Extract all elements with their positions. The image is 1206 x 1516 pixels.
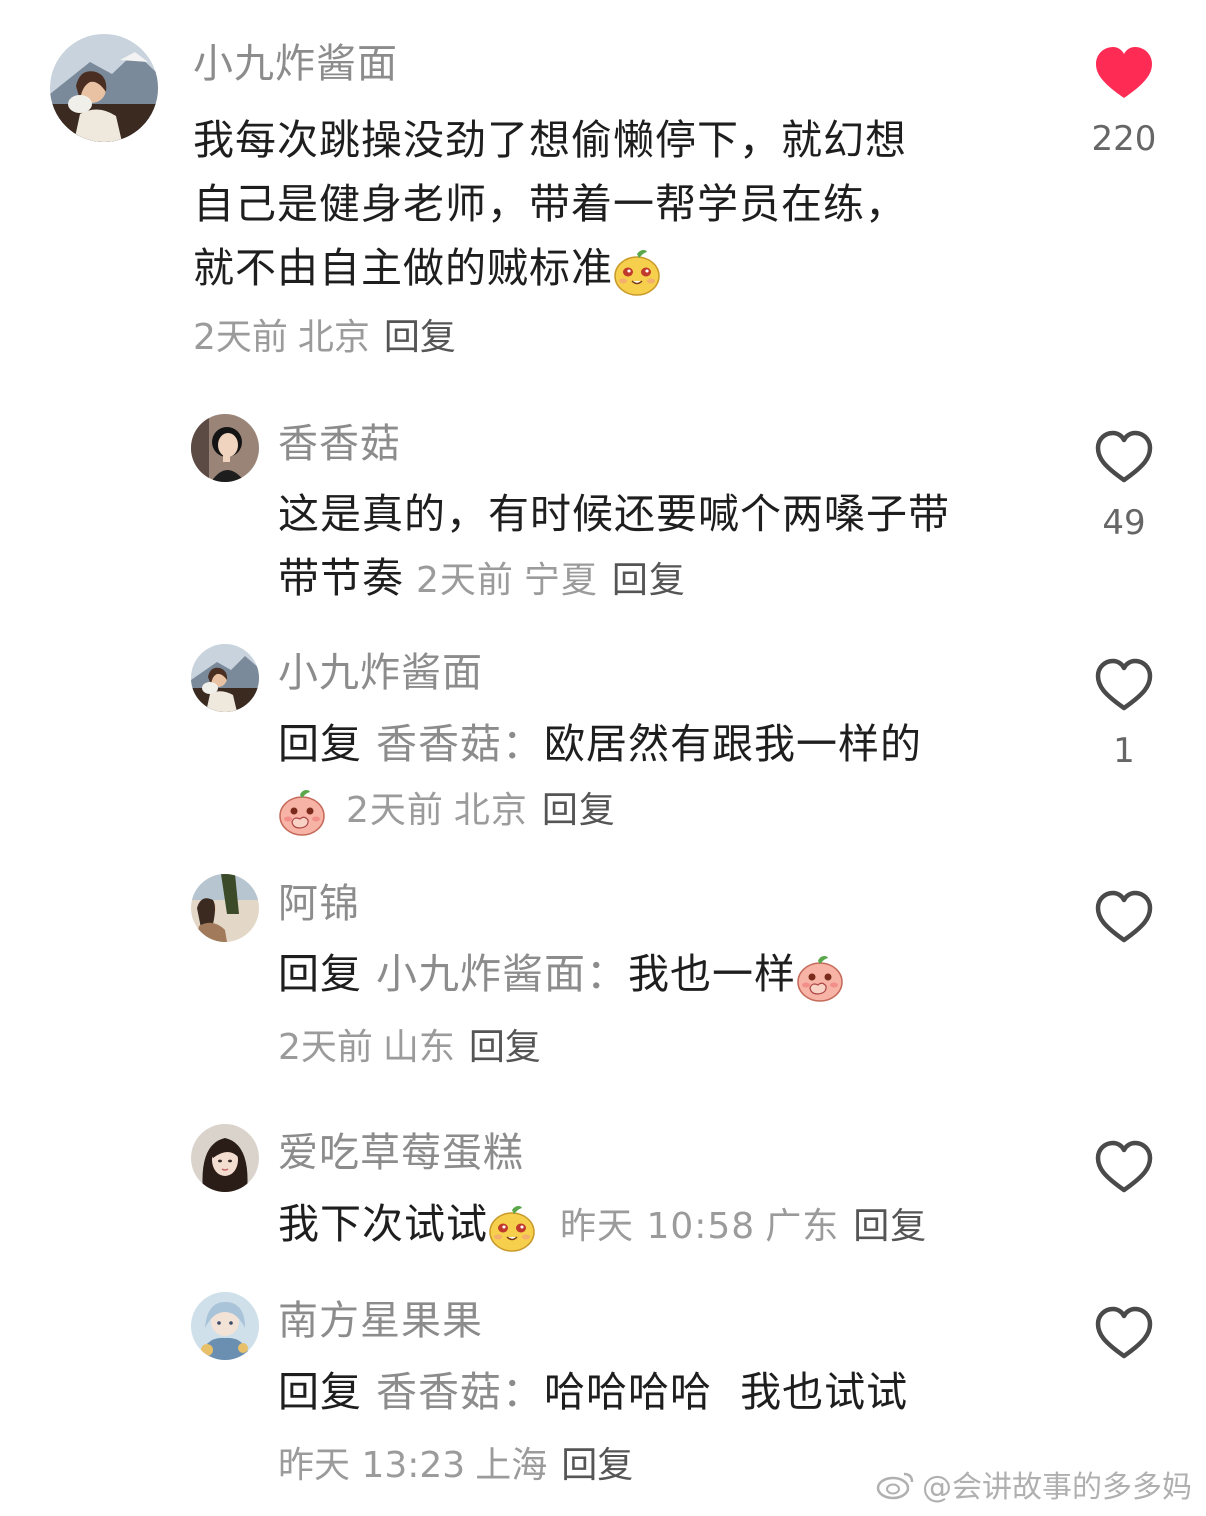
heart-outline-icon [1094, 658, 1154, 714]
yellow-blob-emoji [614, 249, 660, 296]
comment-line: 自己是健身老师，带着一帮学员在练， [193, 180, 907, 228]
reply-button[interactable]: 回复 [612, 560, 686, 601]
like-count: 1 [1113, 731, 1135, 771]
comment-text: 回复 香香菇：欧居然有跟我一样的 2天前 北京 回复 [278, 712, 922, 843]
watermark: @会讲故事的多多妈 [876, 1462, 1192, 1506]
comment-time: 2天前 [193, 317, 288, 358]
comment-location: 北京 [297, 317, 370, 358]
username[interactable]: 小九炸酱面 [278, 653, 483, 693]
comment-location: 广东 [765, 1206, 840, 1247]
comment-line-text: 我下次试试 [278, 1200, 488, 1248]
comment-line-text: 就不由自主做的贼标准 [193, 244, 613, 292]
comment-line-text: 哈哈哈哈 我也试试 [544, 1368, 909, 1416]
comment-text: 这是真的，有时候还要喊个两嗓子带 带节奏 2天前 宁夏 回复 [278, 482, 950, 613]
comment-location: 北京 [453, 790, 528, 831]
comment-line-text: 带节奏 [278, 554, 404, 602]
comment-text: 我下次试试 昨天 10:58 广东 回复 [278, 1192, 927, 1259]
heart-filled-icon [1096, 47, 1152, 98]
comment-location: 上海 [475, 1445, 548, 1486]
yellow-blob-emoji [489, 1205, 535, 1252]
reply-button[interactable]: 回复 [853, 1206, 927, 1247]
weibo-icon [876, 1472, 914, 1500]
mention[interactable]: 小九炸酱面： [376, 950, 628, 998]
comment-line: 就不由自主做的贼标准 [193, 236, 907, 300]
mention[interactable]: 香香菇： [376, 1368, 544, 1416]
comment-line: 带节奏 2天前 宁夏 回复 [278, 546, 950, 613]
like-button[interactable] [1084, 1140, 1164, 1196]
avatar[interactable] [191, 1124, 259, 1192]
reply-prefix: 回复 [278, 720, 362, 768]
username[interactable]: 南方星果果 [278, 1301, 483, 1341]
reply-button[interactable]: 回复 [384, 317, 456, 358]
reply-button[interactable]: 回复 [469, 1027, 541, 1068]
like-count: 220 [1091, 119, 1157, 159]
comment-meta: 昨天 13:23 上海 回复 [278, 1448, 633, 1484]
username[interactable]: 爱吃草莓蛋糕 [278, 1133, 524, 1173]
pink-blob-emoji [797, 955, 843, 1002]
reply-prefix: 回复 [278, 1368, 362, 1416]
comment-line: 2天前 北京 回复 [278, 776, 922, 843]
comment-text: 我每次跳操没劲了想偷懒停下，就幻想 自己是健身老师，带着一帮学员在练， 就不由自… [193, 108, 907, 300]
comment-line: 回复 小九炸酱面：我也一样 [278, 942, 844, 1006]
avatar[interactable] [191, 414, 259, 482]
heart-outline-icon [1094, 1140, 1154, 1196]
comment-line: 我每次跳操没劲了想偷懒停下，就幻想 [193, 116, 907, 164]
comment-time: 昨天 13:23 [278, 1445, 466, 1486]
comment-meta: 2天前 山东 回复 [278, 1030, 541, 1066]
watermark-text: @会讲故事的多多妈 [922, 1470, 1192, 1505]
comment-line: 我下次试试 昨天 10:58 广东 回复 [278, 1192, 927, 1259]
like-button[interactable]: 49 [1084, 430, 1164, 540]
reply-prefix: 回复 [278, 950, 362, 998]
like-button[interactable]: 1 [1084, 658, 1164, 768]
comment-line: 回复 香香菇：欧居然有跟我一样的 [278, 712, 922, 776]
comment-time: 2天前 [416, 560, 514, 601]
comment-line: 这是真的，有时候还要喊个两嗓子带 [278, 490, 950, 538]
avatar[interactable] [191, 874, 259, 942]
comment-location: 宁夏 [523, 560, 598, 601]
comment-text: 回复 香香菇：哈哈哈哈 我也试试 [278, 1360, 908, 1424]
heart-outline-icon [1094, 1306, 1154, 1362]
comment-time: 2天前 [346, 790, 444, 831]
like-count: 49 [1102, 503, 1146, 543]
comment-meta: 2天前 北京 回复 [193, 320, 456, 356]
like-button[interactable]: 220 [1084, 46, 1164, 156]
comment-location: 山东 [382, 1027, 455, 1068]
reply-button[interactable]: 回复 [542, 790, 616, 831]
comment-time: 昨天 10:58 [560, 1206, 756, 1247]
comment-line: 回复 香香菇：哈哈哈哈 我也试试 [278, 1360, 908, 1424]
comment-time: 2天前 [278, 1027, 373, 1068]
like-button[interactable] [1084, 1306, 1164, 1362]
like-button[interactable] [1084, 890, 1164, 946]
heart-outline-icon [1094, 890, 1154, 946]
avatar[interactable] [191, 1292, 259, 1360]
reply-button[interactable]: 回复 [561, 1445, 633, 1486]
username[interactable]: 香香菇 [278, 424, 401, 464]
pink-blob-emoji [279, 789, 325, 836]
avatar[interactable] [191, 644, 259, 712]
heart-outline-icon [1094, 430, 1154, 486]
comment-line-text: 欧居然有跟我一样的 [544, 720, 923, 768]
username[interactable]: 阿锦 [278, 884, 360, 924]
comment-line-text: 我也一样 [628, 950, 797, 998]
username[interactable]: 小九炸酱面 [193, 44, 398, 84]
comment-text: 回复 小九炸酱面：我也一样 [278, 942, 844, 1006]
mention[interactable]: 香香菇： [376, 720, 544, 768]
avatar[interactable] [50, 34, 158, 142]
